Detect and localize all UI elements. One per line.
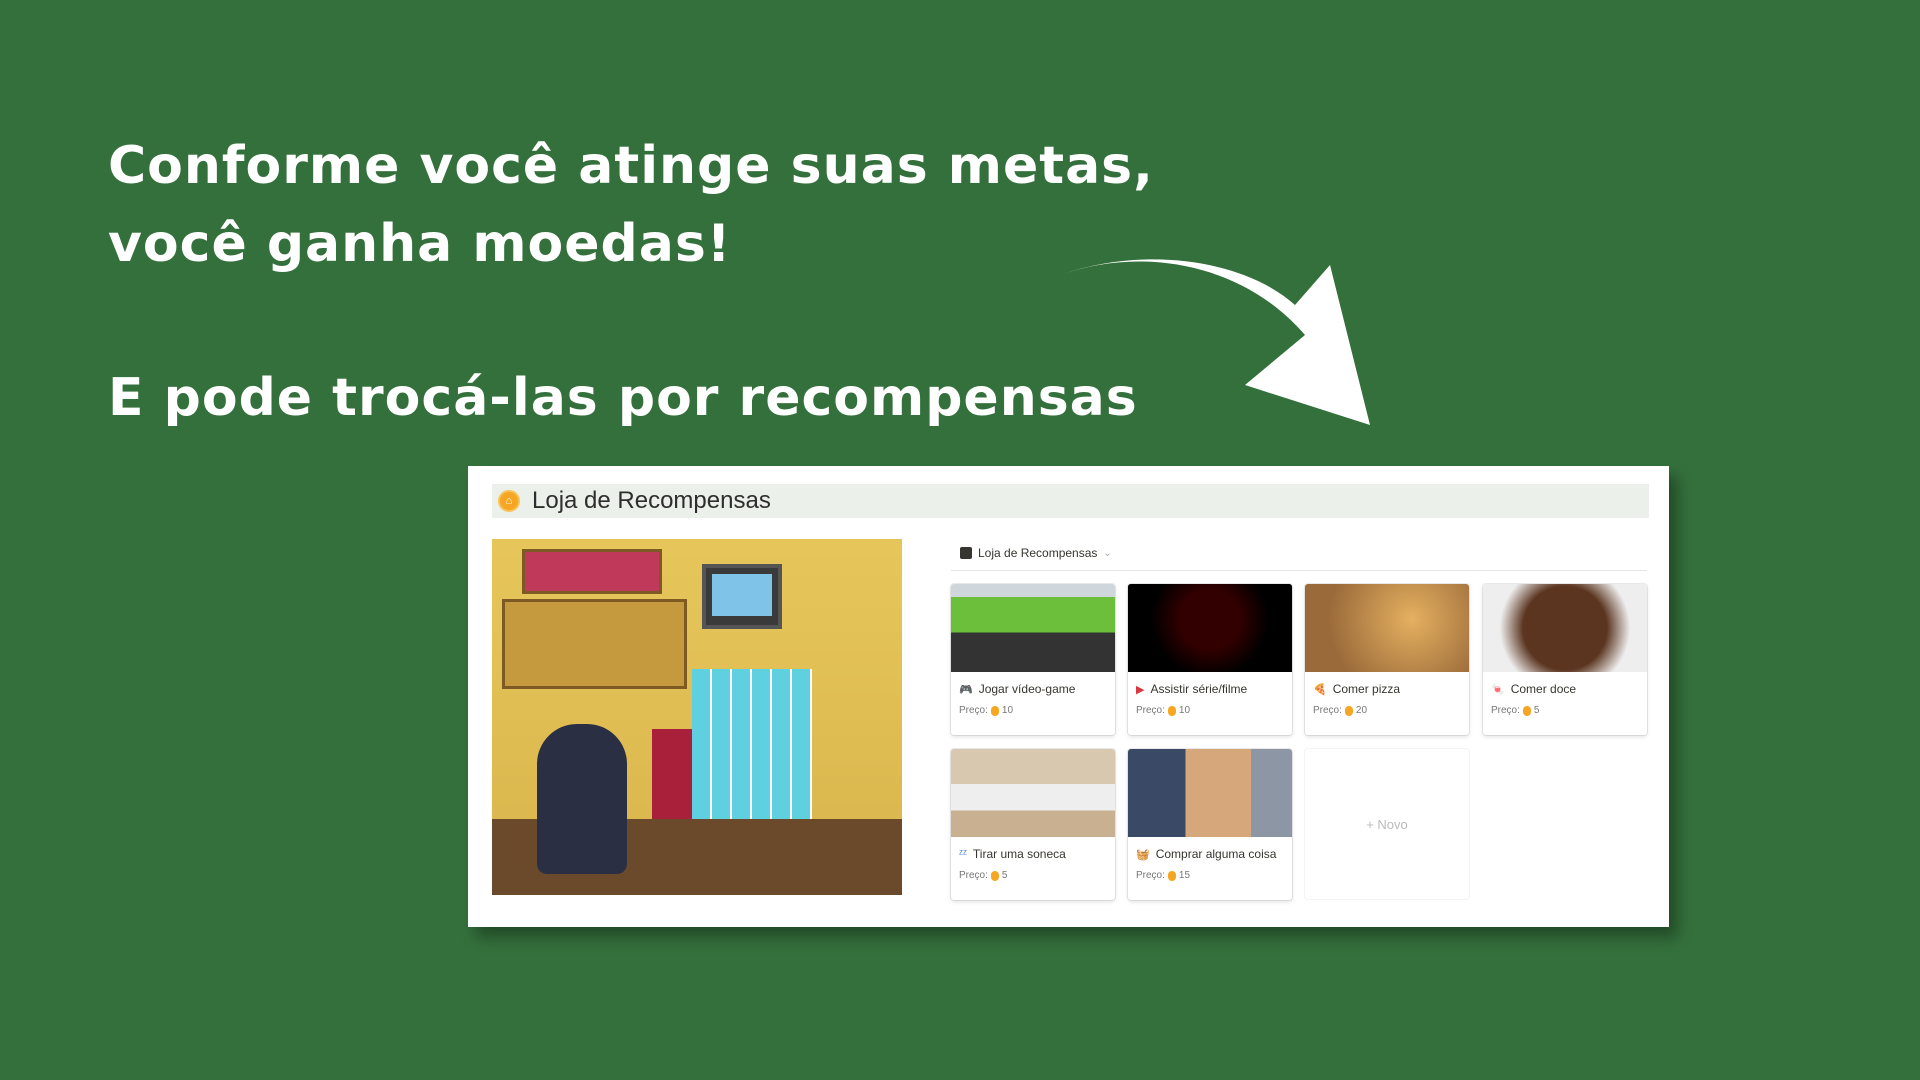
price-label: Preço: bbox=[1136, 870, 1165, 881]
price-value: 5 bbox=[1001, 870, 1008, 881]
pixel-art-cover-image bbox=[492, 539, 902, 895]
reward-cover-image bbox=[1483, 584, 1647, 672]
reward-name: Jogar vídeo-game bbox=[978, 682, 1076, 696]
reward-icon: ᶻᶻ bbox=[959, 848, 967, 860]
price-label: Preço: bbox=[1313, 705, 1342, 716]
headline-line-3: E pode trocá-las por recompensas bbox=[108, 368, 1138, 428]
price-value: 10 bbox=[1178, 705, 1191, 716]
curved-arrow-icon bbox=[1060, 259, 1370, 425]
reward-card[interactable]: 🧺 Comprar alguma coisa Preço: 15 bbox=[1128, 749, 1292, 900]
reward-icon: 🍕 bbox=[1313, 683, 1327, 696]
headline-line-2: você ganha moedas! bbox=[108, 214, 732, 274]
reward-icon: 🍬 bbox=[1491, 683, 1505, 696]
price-value: 15 bbox=[1178, 870, 1191, 881]
store-icon bbox=[960, 547, 972, 559]
price-label: Preço: bbox=[1491, 705, 1520, 716]
coin-icon bbox=[1167, 705, 1176, 716]
price-value: 10 bbox=[1001, 705, 1014, 716]
coin-icon bbox=[1167, 870, 1176, 881]
reward-name: Comer doce bbox=[1510, 682, 1577, 696]
reward-cover-image bbox=[951, 749, 1115, 837]
reward-cover-image bbox=[1128, 584, 1292, 672]
reward-icon: 🧺 bbox=[1136, 848, 1150, 861]
new-item-button[interactable]: + Novo bbox=[1305, 749, 1469, 899]
reward-name: Tirar uma soneca bbox=[972, 847, 1066, 861]
chevron-down-icon[interactable]: ⌄ bbox=[1103, 548, 1111, 559]
price-label: Preço: bbox=[1136, 705, 1165, 716]
coin-icon: ⌂ bbox=[498, 490, 520, 512]
reward-cover-image bbox=[1128, 749, 1292, 837]
price-label: Preço: bbox=[959, 705, 988, 716]
headline-line-1: Conforme você atinge suas metas, bbox=[108, 136, 1154, 196]
reward-card[interactable]: 🎮 Jogar vídeo-game Preço: 10 bbox=[951, 584, 1115, 735]
reward-name: Assistir série/filme bbox=[1150, 682, 1248, 696]
database-view-header[interactable]: Loja de Recompensas ⌄ bbox=[960, 546, 1112, 560]
reward-card[interactable]: ᶻᶻ Tirar uma soneca Preço: 5 bbox=[951, 749, 1115, 900]
notion-page: ⌂ Loja de Recompensas Loja de Recompensa… bbox=[468, 466, 1669, 927]
database-title: Loja de Recompensas bbox=[978, 546, 1098, 560]
coin-icon bbox=[1522, 705, 1531, 716]
reward-icon: ▶ bbox=[1136, 683, 1145, 696]
price-label: Preço: bbox=[959, 870, 988, 881]
reward-cover-image bbox=[1305, 584, 1469, 672]
reward-card[interactable]: 🍕 Comer pizza Preço: 20 bbox=[1305, 584, 1469, 735]
coin-icon bbox=[990, 705, 999, 716]
price-value: 5 bbox=[1533, 705, 1540, 716]
price-value: 20 bbox=[1355, 705, 1368, 716]
reward-icon: 🎮 bbox=[959, 683, 973, 696]
divider bbox=[951, 570, 1647, 571]
coin-icon bbox=[990, 870, 999, 881]
reward-name: Comer pizza bbox=[1332, 682, 1401, 696]
reward-cover-image bbox=[951, 584, 1115, 672]
page-title: Loja de Recompensas bbox=[532, 487, 771, 514]
reward-card[interactable]: 🍬 Comer doce Preço: 5 bbox=[1483, 584, 1647, 735]
page-title-bar: ⌂ Loja de Recompensas bbox=[492, 484, 1649, 518]
reward-name: Comprar alguma coisa bbox=[1155, 847, 1277, 861]
coin-icon bbox=[1344, 705, 1353, 716]
reward-card[interactable]: ▶ Assistir série/filme Preço: 10 bbox=[1128, 584, 1292, 735]
